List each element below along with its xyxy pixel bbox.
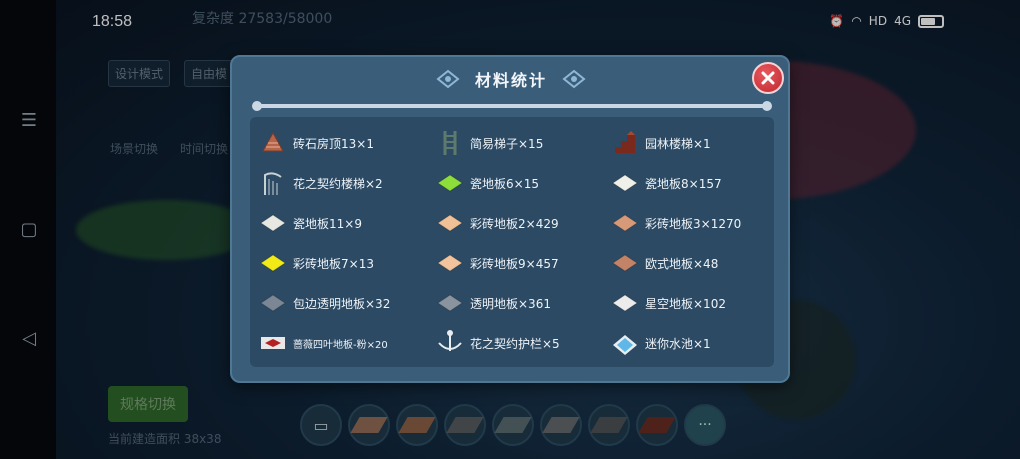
close-button[interactable]	[752, 62, 784, 94]
material-item: 迷你水池×1	[610, 323, 770, 363]
material-label: 彩砖地板7×13	[293, 256, 374, 271]
floor-tile-icon	[435, 248, 465, 278]
brick-roof-icon	[258, 128, 288, 158]
material-item: 瓷地板6×15	[435, 163, 610, 203]
material-item: 花之契约楼梯×2	[258, 163, 435, 203]
material-item: 瓷地板8×157	[610, 163, 770, 203]
dialog-title-bar: 材料统计	[409, 65, 613, 93]
floor-tile-icon	[258, 288, 288, 318]
dialog-title: 材料统计	[474, 71, 547, 90]
mini-pool-icon	[610, 328, 640, 358]
ornament-left-icon	[435, 69, 461, 89]
material-label: 蔷薇四叶地板-粉×20	[293, 339, 388, 351]
material-label: 简易梯子×15	[470, 136, 544, 151]
material-item: 彩砖地板3×1270	[610, 203, 770, 243]
material-item: 园林楼梯×1	[610, 123, 770, 163]
material-label: 瓷地板11×9	[293, 216, 362, 231]
material-label: 花之契约护栏×5	[470, 336, 560, 351]
material-item: 星空地板×102	[610, 283, 770, 323]
material-item: 花之契约护栏×5	[435, 323, 610, 363]
material-label: 瓷地板6×15	[470, 176, 539, 191]
material-label: 彩砖地板9×457	[470, 256, 559, 271]
material-label: 欧式地板×48	[645, 256, 719, 271]
material-item: 简易梯子×15	[435, 123, 610, 163]
floor-tile-icon	[435, 168, 465, 198]
floor-tile-icon	[610, 248, 640, 278]
material-item: 瓷地板11×9	[258, 203, 435, 243]
material-item: 蔷薇四叶地板-粉×20	[258, 323, 435, 363]
garden-stairs-icon	[610, 128, 640, 158]
floor-tile-icon	[435, 208, 465, 238]
floor-tile-icon	[610, 168, 640, 198]
material-item: 包边透明地板×32	[258, 283, 435, 323]
material-item: 欧式地板×48	[610, 243, 770, 283]
material-item: 彩砖地板7×13	[258, 243, 435, 283]
material-stats-dialog: 材料统计 砖石房顶13×1 简易梯子×15 园林楼梯×1 花之契约楼梯×2 瓷地板6×1…	[230, 55, 790, 383]
material-label: 迷你水池×1	[645, 336, 711, 351]
close-icon	[761, 71, 775, 85]
material-label: 花之契约楼梯×2	[293, 176, 383, 191]
flower-fence-icon	[435, 328, 465, 358]
floor-tile-icon	[435, 288, 465, 318]
material-item: 彩砖地板2×429	[435, 203, 610, 243]
flower-stairs-icon	[258, 168, 288, 198]
material-label: 包边透明地板×32	[293, 296, 391, 311]
material-item: 彩砖地板9×457	[435, 243, 610, 283]
material-label: 园林楼梯×1	[645, 136, 711, 151]
material-label: 砖石房顶13×1	[293, 136, 374, 151]
floor-tile-icon	[610, 208, 640, 238]
material-label: 彩砖地板3×1270	[645, 216, 742, 231]
material-item: 透明地板×361	[435, 283, 610, 323]
floor-tile-icon	[258, 248, 288, 278]
rose-floor-icon	[258, 328, 288, 358]
materials-list: 砖石房顶13×1 简易梯子×15 园林楼梯×1 花之契约楼梯×2 瓷地板6×15 瓷地板8…	[250, 117, 774, 367]
title-divider	[252, 101, 772, 111]
floor-tile-icon	[610, 288, 640, 318]
material-label: 彩砖地板2×429	[470, 216, 559, 231]
ornament-right-icon	[561, 69, 587, 89]
floor-tile-icon	[258, 208, 288, 238]
material-label: 星空地板×102	[645, 296, 726, 311]
material-label: 透明地板×361	[470, 296, 551, 311]
material-item: 砖石房顶13×1	[258, 123, 435, 163]
material-label: 瓷地板8×157	[645, 176, 722, 191]
ladder-icon	[435, 128, 465, 158]
